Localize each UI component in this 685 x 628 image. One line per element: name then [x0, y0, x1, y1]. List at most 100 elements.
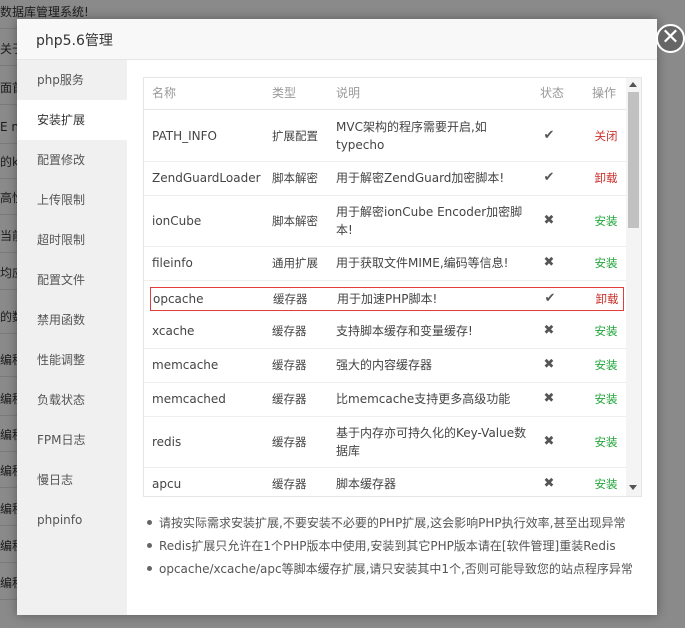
header-status: 状态 [540, 86, 565, 100]
dialog-title: php5.6管理 [36, 33, 113, 49]
check-icon-text: ✔ [544, 291, 556, 306]
ext-desc: 比memcache支持更多高级功能 [336, 382, 531, 416]
ext-action-button[interactable]: 安装 [586, 195, 626, 246]
ext-action-button-text: 卸载 [595, 292, 619, 306]
ext-desc-text: 基于内存亦可持久化的Key-Value数据库 [336, 425, 527, 458]
ext-type-text: 缓存器 [272, 392, 307, 406]
table-row: memcache 缓存器 强大的内容缓存器 ✖ 安装 [144, 348, 626, 383]
check-icon: ✔ [538, 161, 560, 195]
ext-desc-text: 用于获取文件MIME,编码等信息! [336, 256, 509, 270]
ext-name-text: redis [152, 434, 182, 449]
ext-action-button-text: 卸载 [594, 171, 618, 185]
sidebar-item[interactable]: 性能调整 [17, 340, 127, 380]
ext-type-text: 缓存器 [272, 434, 307, 449]
ext-action-button[interactable]: 卸载 [587, 288, 627, 310]
ext-type: 缓存器 [272, 314, 334, 348]
ext-desc-text: 用于解密ZendGuard加密脚本! [336, 171, 505, 185]
ext-action-button-text: 安装 [594, 213, 618, 228]
ext-type: 缓存器 [272, 348, 334, 382]
ext-name: memcache [152, 348, 270, 382]
note-item: Redis扩展只允许在1个PHP版本中使用,安装到其它PHP版本请在[软件管理]… [145, 537, 645, 560]
ext-action-button-text: 安装 [594, 324, 618, 338]
ext-desc: 用于解密ionCube Encoder加密脚本! [336, 195, 531, 246]
dialog-header: php5.6管理 [17, 19, 657, 60]
ext-desc: MVC架构的程序需要开启,如typecho [336, 110, 531, 161]
table-row: memcached 缓存器 比memcache支持更多高级功能 ✖ 安装 [144, 382, 626, 417]
extensions-table: 名称 类型 说明 状态 操作 PATH_INFO 扩展配置 MVC架构的程序需要开启… [143, 77, 642, 497]
ext-action-button[interactable]: 关闭 [586, 110, 626, 161]
sidebar-item[interactable]: FPM日志 [17, 420, 127, 460]
ext-name: memcached [152, 382, 270, 416]
check-icon: ✔ [539, 288, 561, 310]
ext-desc-text: MVC架构的程序需要开启,如typecho [336, 119, 487, 152]
scroll-down-arrow-icon[interactable] [629, 485, 637, 490]
sidebar-item[interactable]: 安装扩展 [17, 100, 127, 140]
ext-type-text: 脚本解密 [272, 171, 318, 185]
ext-name: ionCube [152, 195, 270, 246]
ext-desc: 脚本缓存器 [336, 467, 531, 496]
ext-action-button[interactable]: 安装 [586, 416, 626, 467]
ext-name: fileinfo [152, 246, 270, 280]
cross-icon: ✖ [538, 467, 560, 496]
header-type: 类型 [272, 86, 297, 100]
ext-type-text: 脚本解密 [272, 213, 318, 228]
ext-action-button[interactable]: 安装 [586, 467, 626, 496]
close-button[interactable]: ✕ [656, 24, 685, 53]
sidebar-item[interactable]: phpinfo [17, 500, 127, 540]
note-item: 请按实际需求安装扩展,不要安装不必要的PHP扩展,这会影响PHP执行效率,甚至出… [145, 514, 645, 537]
ext-name: ZendGuardLoader [152, 161, 270, 195]
cross-icon: ✖ [538, 195, 560, 246]
ext-name: redis [152, 416, 270, 467]
ext-action-button[interactable]: 安装 [586, 314, 626, 348]
table-row: redis 缓存器 基于内存亦可持久化的Key-Value数据库 ✖ 安装 [144, 416, 626, 468]
notes-list: 请按实际需求安装扩展,不要安装不必要的PHP扩展,这会影响PHP执行效率,甚至出… [145, 514, 645, 583]
ext-action-button[interactable]: 安装 [586, 246, 626, 280]
header-op: 操作 [592, 86, 617, 100]
note-item: opcache/xcache/apc等脚本缓存扩展,请只安装其中1个,否则可能导… [145, 560, 645, 583]
ext-type: 通用扩展 [272, 246, 334, 280]
cross-icon: ✖ [538, 246, 560, 280]
sidebar: php服务 安装扩展 配置修改 上传限制 超时限制 配置文件 禁用函数 性能调整 负载状态 FPM… [17, 60, 127, 615]
ext-desc-text: 用于加速PHP脚本! [337, 292, 438, 306]
sidebar-item[interactable]: 超时限制 [17, 220, 127, 260]
sidebar-item[interactable]: 慢日志 [17, 460, 127, 500]
ext-name: xcache [152, 314, 270, 348]
sidebar-item[interactable]: 上传限制 [17, 180, 127, 220]
sidebar-item[interactable]: 负载状态 [17, 380, 127, 420]
ext-name-text: ionCube [152, 213, 202, 228]
ext-action-button-text: 安装 [594, 434, 618, 449]
table-row: xcache 缓存器 支持脚本缓存和变量缓存! ✖ 安装 [144, 314, 626, 349]
header-name: 名称 [152, 86, 177, 100]
sidebar-item[interactable]: 配置修改 [17, 140, 127, 180]
check-icon-text: ✔ [543, 127, 555, 143]
ext-action-button[interactable]: 安装 [586, 348, 626, 382]
table-scrollbar[interactable] [626, 78, 641, 496]
cross-icon-text: ✖ [543, 323, 555, 338]
scroll-up-arrow-icon[interactable] [629, 82, 637, 87]
cross-icon-text: ✖ [543, 357, 555, 372]
sidebar-item[interactable]: php服务 [17, 60, 127, 100]
sidebar-item[interactable]: 禁用函数 [17, 300, 127, 340]
check-icon-text: ✔ [543, 170, 555, 185]
ext-type-text: 缓存器 [272, 358, 307, 372]
ext-action-button[interactable]: 安装 [586, 382, 626, 416]
ext-action-button-text: 关闭 [594, 128, 618, 143]
sidebar-item[interactable]: 配置文件 [17, 260, 127, 300]
ext-type: 缓存器 [272, 467, 334, 496]
ext-desc: 强大的内容缓存器 [336, 348, 531, 382]
ext-type-text: 通用扩展 [272, 256, 318, 270]
ext-action-button[interactable]: 卸载 [586, 161, 626, 195]
cross-icon: ✖ [538, 314, 560, 348]
table-header: 名称 类型 说明 状态 操作 [144, 78, 626, 110]
ext-type: 缓存器 [272, 416, 334, 467]
ext-desc: 支持脚本缓存和变量缓存! [336, 314, 531, 348]
ext-type: 缓存器 [273, 288, 335, 310]
ext-action-button-text: 安装 [594, 358, 618, 372]
table-row: fileinfo 通用扩展 用于获取文件MIME,编码等信息! ✖ 安装 [144, 246, 626, 281]
ext-name-text: fileinfo [152, 256, 193, 270]
scroll-thumb[interactable] [628, 92, 639, 228]
cross-icon: ✖ [538, 348, 560, 382]
ext-desc: 用于解密ZendGuard加密脚本! [336, 161, 531, 195]
ext-type: 扩展配置 [272, 110, 334, 161]
ext-name-text: memcache [152, 358, 219, 372]
